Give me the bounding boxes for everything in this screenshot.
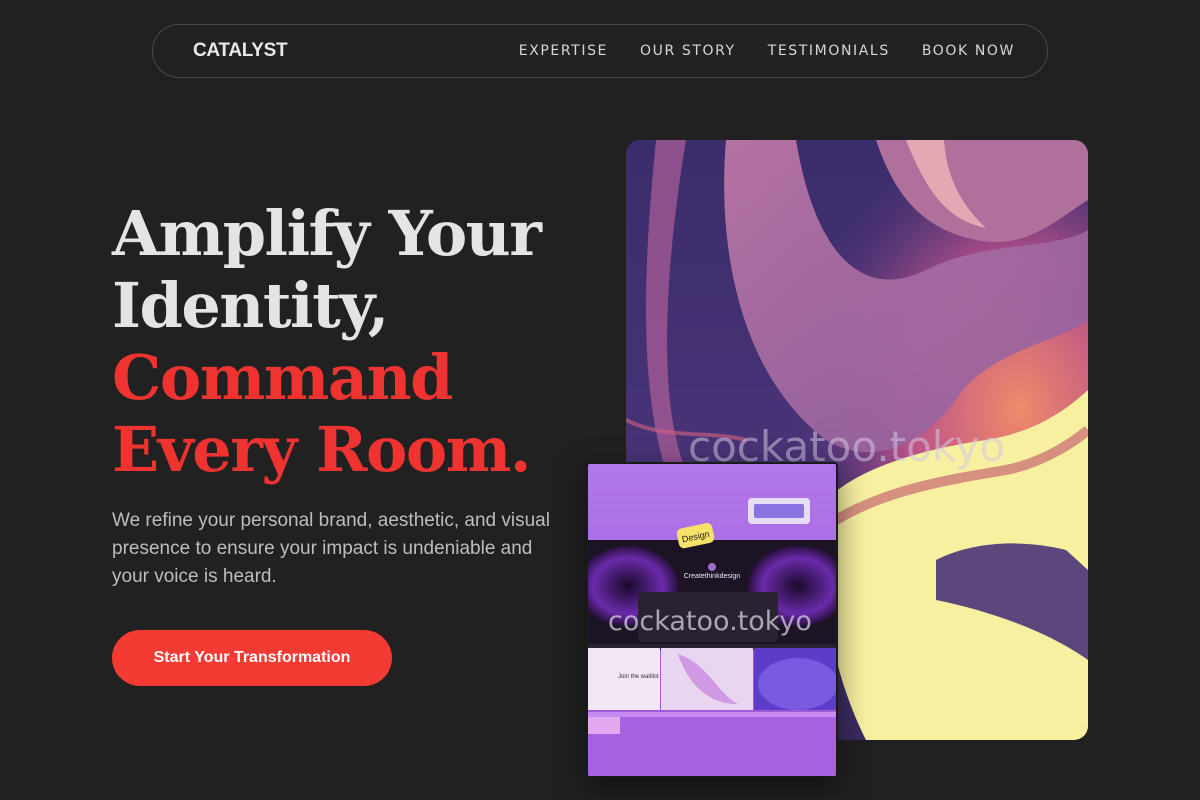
mockup-brand-label: Createthinkdesign [684,573,741,580]
headline-line-1: Amplify Your [112,197,542,270]
headline-line-2: Identity, [112,269,389,342]
watermark-text-secondary: cockatoo.tokyo [608,606,812,637]
brand-logo[interactable]: CATALYST [193,40,288,62]
nav-link-our-story[interactable]: OUR STORY [640,43,736,59]
nav-link-testimonials[interactable]: TESTIMONIALS [768,43,890,59]
headline-accent-line-2: Every Room. [112,413,531,486]
nav-link-book-now[interactable]: BOOK NOW [922,43,1015,59]
hero-headline: Amplify Your Identity, Command Every Roo… [112,198,592,486]
headline-accent-line-1: Command [112,341,454,414]
nav-link-expertise[interactable]: EXPERTISE [519,43,608,59]
hero-subtext: We refine your personal brand, aesthetic… [112,510,550,587]
nav-links: EXPERTISE OUR STORY TESTIMONIALS BOOK NO… [519,43,1015,59]
top-nav: CATALYST EXPERTISE OUR STORY TESTIMONIAL… [152,24,1048,78]
mockup-waitlist-label: Join the waitlist [618,674,659,680]
start-transformation-button[interactable]: Start Your Transformation [112,630,392,686]
